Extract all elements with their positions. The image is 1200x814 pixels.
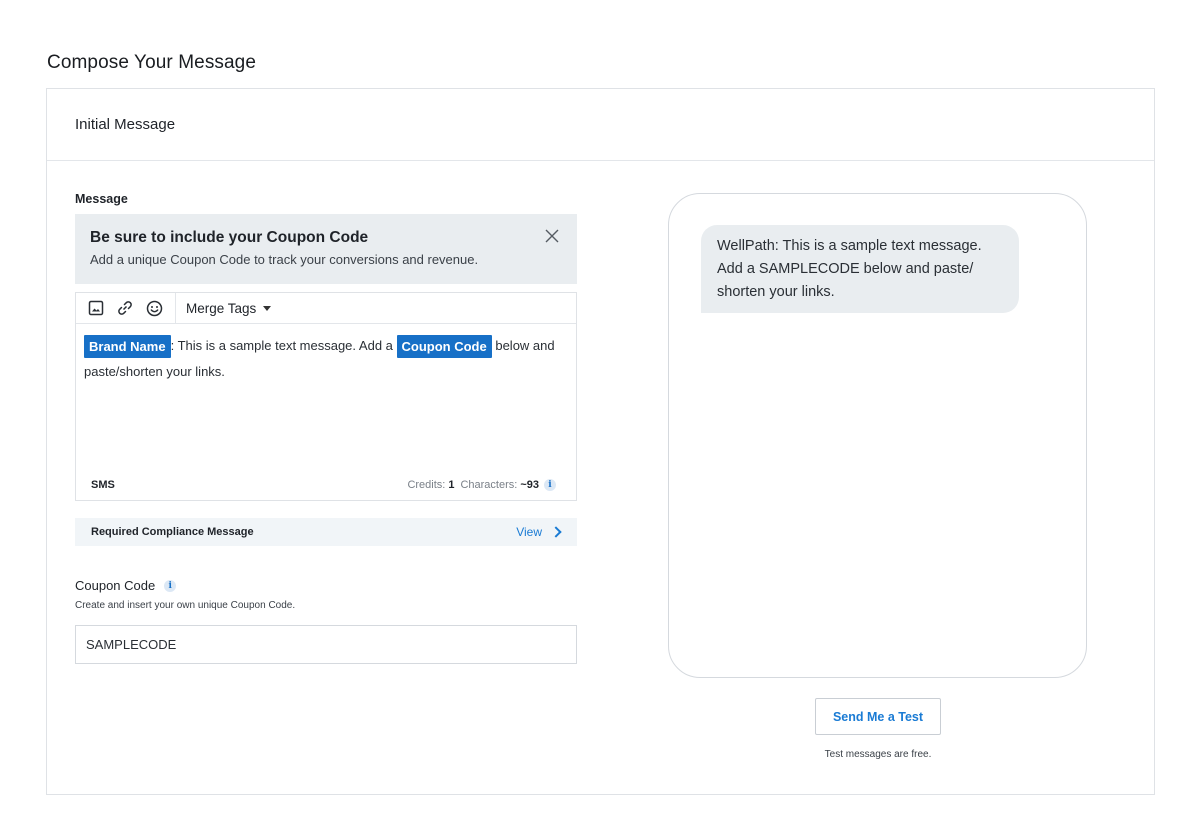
credits-value: 1 — [448, 479, 455, 491]
info-icon[interactable]: i — [544, 479, 556, 491]
toolbar-divider — [175, 292, 176, 324]
coupon-notice: Be sure to include your Coupon Code Add … — [75, 214, 577, 284]
message-meta: Credits: 1 Characters: ~93 i — [407, 479, 556, 491]
chevron-right-icon — [550, 526, 562, 538]
notice-subtitle: Add a unique Coupon Code to track your c… — [90, 252, 479, 267]
compliance-view-link[interactable]: View — [516, 525, 562, 539]
image-icon[interactable] — [84, 296, 108, 320]
message-body[interactable]: Brand Name: This is a sample text messag… — [76, 324, 576, 385]
credits-label: Credits: — [407, 479, 446, 491]
page-title: Compose Your Message — [47, 52, 257, 73]
caret-down-icon — [263, 305, 272, 311]
message-text-part-1: : This is a sample text message. Add a — [170, 338, 397, 353]
coupon-code-input[interactable] — [75, 625, 577, 664]
coupon-code-tag[interactable]: Coupon Code — [396, 335, 492, 359]
characters-label: Characters: — [460, 479, 518, 491]
editor-toolbar: Merge Tags — [76, 292, 576, 324]
brand-name-tag[interactable]: Brand Name — [84, 335, 171, 359]
test-note: Test messages are free. — [824, 749, 932, 760]
card-header-title: Initial Message — [75, 116, 176, 133]
emoji-icon[interactable] — [142, 296, 166, 320]
card-header: Initial Message — [47, 89, 1154, 161]
view-label: View — [516, 525, 542, 539]
compliance-row[interactable]: Required Compliance Message View — [75, 518, 577, 546]
characters-value: ~93 — [520, 479, 539, 491]
coupon-code-heading: Coupon Code i — [75, 578, 177, 593]
link-icon[interactable] — [113, 296, 137, 320]
info-icon[interactable]: i — [164, 579, 177, 592]
message-editor[interactable]: Merge Tags Brand Name: This is a sample … — [75, 292, 577, 501]
merge-tags-dropdown[interactable]: Merge Tags — [186, 300, 272, 316]
coupon-code-subtitle: Create and insert your own unique Coupon… — [75, 600, 296, 611]
close-icon[interactable] — [542, 226, 562, 246]
coupon-code-label: Coupon Code — [75, 578, 156, 593]
phone-preview: WellPath: This is a sample text message.… — [668, 193, 1087, 678]
compose-card: Initial Message Message Be sure to inclu… — [46, 88, 1155, 795]
message-type: SMS — [91, 479, 115, 491]
compliance-label: Required Compliance Message — [91, 526, 254, 538]
editor-footer: SMS Credits: 1 Characters: ~93 i — [76, 470, 576, 500]
message-label: Message — [75, 192, 128, 206]
send-test-button[interactable]: Send Me a Test — [815, 698, 941, 735]
notice-title: Be sure to include your Coupon Code — [90, 229, 369, 246]
merge-tags-label: Merge Tags — [186, 300, 257, 316]
message-bubble: WellPath: This is a sample text message.… — [701, 225, 1019, 313]
